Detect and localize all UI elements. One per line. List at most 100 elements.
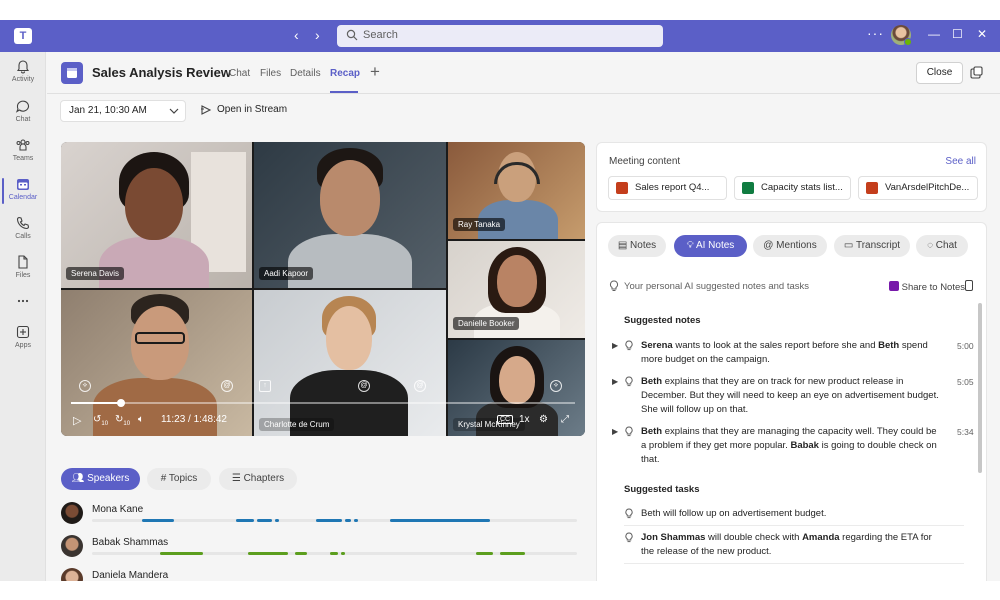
tab-notes[interactable]: ▤ Notes xyxy=(608,235,666,257)
speaker-timeline[interactable] xyxy=(92,552,577,555)
popout-icon[interactable] xyxy=(970,66,983,79)
calendar-icon xyxy=(17,179,29,190)
notes-scrollbar[interactable] xyxy=(978,303,982,473)
tab-chat[interactable]: Chat xyxy=(229,68,250,79)
notes-icon: ▤ xyxy=(617,240,628,251)
rail-item-teams[interactable]: Teams xyxy=(0,133,46,171)
suggested-note[interactable]: ▶ Beth explains that they are managing t… xyxy=(612,425,974,467)
tab-chat-panel[interactable]: ◌ Chat xyxy=(916,235,968,257)
tab-speakers[interactable]: 👥︎ Speakers xyxy=(61,468,140,490)
suggested-task[interactable]: Beth will follow up on advertisement bud… xyxy=(612,507,952,521)
rail-item-calls[interactable]: Calls xyxy=(0,211,46,249)
skip-forward-seconds: 10 xyxy=(123,421,131,427)
speaker-timeline[interactable] xyxy=(92,519,577,522)
maximize-icon[interactable]: ☐ xyxy=(952,27,963,41)
rail-item-chat[interactable]: Chat xyxy=(0,94,46,132)
note-timestamp[interactable]: 5:34 xyxy=(957,425,974,439)
playback-time: 11:23 / 1:48:42 xyxy=(161,414,227,425)
file-name: Capacity stats list... xyxy=(761,182,843,193)
note-text: Beth explains that they are managing the… xyxy=(641,426,937,465)
stream-icon xyxy=(201,105,212,115)
speaking-segment xyxy=(236,519,254,522)
share-to-notes-button[interactable]: Share to Notes xyxy=(889,281,965,293)
avatar xyxy=(61,568,83,581)
suggested-notes-title: Suggested notes xyxy=(624,315,701,326)
speaker-name: Babak Shammas xyxy=(92,537,169,548)
suggested-note[interactable]: ▶ Beth explains that they are on track f… xyxy=(612,375,974,417)
tab-files[interactable]: Files xyxy=(260,68,281,79)
skip-back-icon[interactable]: ↺10 xyxy=(93,414,108,427)
seek-bar[interactable] xyxy=(71,399,575,407)
speaker-row[interactable]: Mona Kane xyxy=(61,502,581,530)
suggested-note[interactable]: ▶ Serena wants to look at the sales repo… xyxy=(612,339,974,367)
open-in-stream-button[interactable]: Open in Stream xyxy=(200,104,287,115)
fullscreen-icon[interactable]: ⤢ xyxy=(561,414,569,425)
captions-icon[interactable]: CC xyxy=(497,415,514,424)
person-body xyxy=(93,378,217,436)
speaker-row[interactable]: Daniela Mandera xyxy=(61,568,581,581)
recording-player[interactable]: Serena Davis Aadi Kapoor Ray Tanaka Dani… xyxy=(61,142,585,436)
back-arrow-icon[interactable]: ‹ xyxy=(294,27,299,43)
expand-caret-icon[interactable]: ▶ xyxy=(612,339,618,353)
participant-name-tag: Ray Tanaka xyxy=(453,218,506,231)
speaking-segment xyxy=(295,552,307,555)
note-timestamp[interactable]: 5:05 xyxy=(957,375,974,389)
tab-details[interactable]: Details xyxy=(290,68,321,79)
volume-icon[interactable]: 🔈︎ xyxy=(138,414,144,425)
suggested-task[interactable]: Jon Shammas will double check with Amand… xyxy=(612,531,952,559)
minimize-icon[interactable]: — xyxy=(928,27,940,41)
tab-recap[interactable]: Recap xyxy=(330,68,360,79)
file-chip[interactable]: VanArsdelPitchDe... xyxy=(858,176,978,200)
speaker-name: Mona Kane xyxy=(92,504,144,515)
playback-speed[interactable]: 1x xyxy=(519,414,530,425)
divider xyxy=(624,563,964,564)
speaking-segment xyxy=(345,519,351,522)
open-in-stream-label: Open in Stream xyxy=(217,104,288,115)
more-options-icon[interactable]: ··· xyxy=(867,25,884,41)
lightbulb-icon xyxy=(609,280,619,291)
people-icon: 👥︎ xyxy=(71,473,85,484)
bell-icon xyxy=(16,60,30,74)
note-timestamp[interactable]: 5:00 xyxy=(957,339,974,353)
skip-forward-icon[interactable]: ↻10 xyxy=(115,414,130,427)
share-to-notes-label: Share to Notes xyxy=(901,282,966,293)
play-icon[interactable]: ▷ xyxy=(73,414,81,427)
tab-ai-notes[interactable]: 💡︎ AI Notes xyxy=(674,235,747,257)
expand-caret-icon[interactable]: ▶ xyxy=(612,425,618,439)
speaking-segment xyxy=(500,552,525,555)
rail-item-apps[interactable]: Apps xyxy=(0,320,46,358)
teams-icon xyxy=(16,139,30,151)
tab-speakers-label: Speakers xyxy=(87,473,130,484)
date-value: Jan 21, 10:30 AM xyxy=(69,105,147,116)
rail-item-files[interactable]: Files xyxy=(0,250,46,288)
speaking-segment xyxy=(257,519,272,522)
expand-caret-icon[interactable]: ▶ xyxy=(612,375,618,389)
speaking-segment xyxy=(275,519,279,522)
suggested-tasks-title: Suggested tasks xyxy=(624,484,700,495)
tab-mentions[interactable]: @ Mentions xyxy=(753,235,827,257)
tab-transcript[interactable]: ▭ Transcript xyxy=(834,235,910,257)
see-all-link[interactable]: See all xyxy=(945,156,976,167)
task-text: Beth will follow up on advertisement bud… xyxy=(641,508,827,519)
video-tile: Aadi Kapoor xyxy=(254,142,446,288)
share-icon: ↑ xyxy=(259,380,271,392)
file-chip[interactable]: Sales report Q4... xyxy=(608,176,727,200)
person-body xyxy=(99,237,209,288)
settings-icon[interactable]: ⚙︎ xyxy=(539,414,548,425)
tab-ai-notes-label: AI Notes xyxy=(695,240,735,251)
copy-icon[interactable] xyxy=(964,279,974,292)
collab-icon: ⟡ xyxy=(550,380,562,392)
search-input[interactable]: Search xyxy=(337,25,663,47)
speaker-row[interactable]: Babak Shammas xyxy=(61,535,581,563)
rail-item-activity[interactable]: Activity xyxy=(0,54,46,92)
add-tab-icon[interactable]: + xyxy=(370,62,380,82)
tab-transcript-label: Transcript xyxy=(855,240,901,251)
rail-item-calendar[interactable]: Calendar xyxy=(0,172,46,210)
file-chip[interactable]: Capacity stats list... xyxy=(734,176,851,200)
tab-topics[interactable]: # Topics xyxy=(147,468,211,490)
date-dropdown[interactable]: Jan 21, 10:30 AM xyxy=(60,100,186,122)
tab-chapters[interactable]: ☰ Chapters xyxy=(219,468,297,490)
close-window-icon[interactable]: ✕ xyxy=(977,27,987,41)
forward-arrow-icon[interactable]: › xyxy=(315,27,320,43)
close-button[interactable]: Close xyxy=(916,62,963,84)
